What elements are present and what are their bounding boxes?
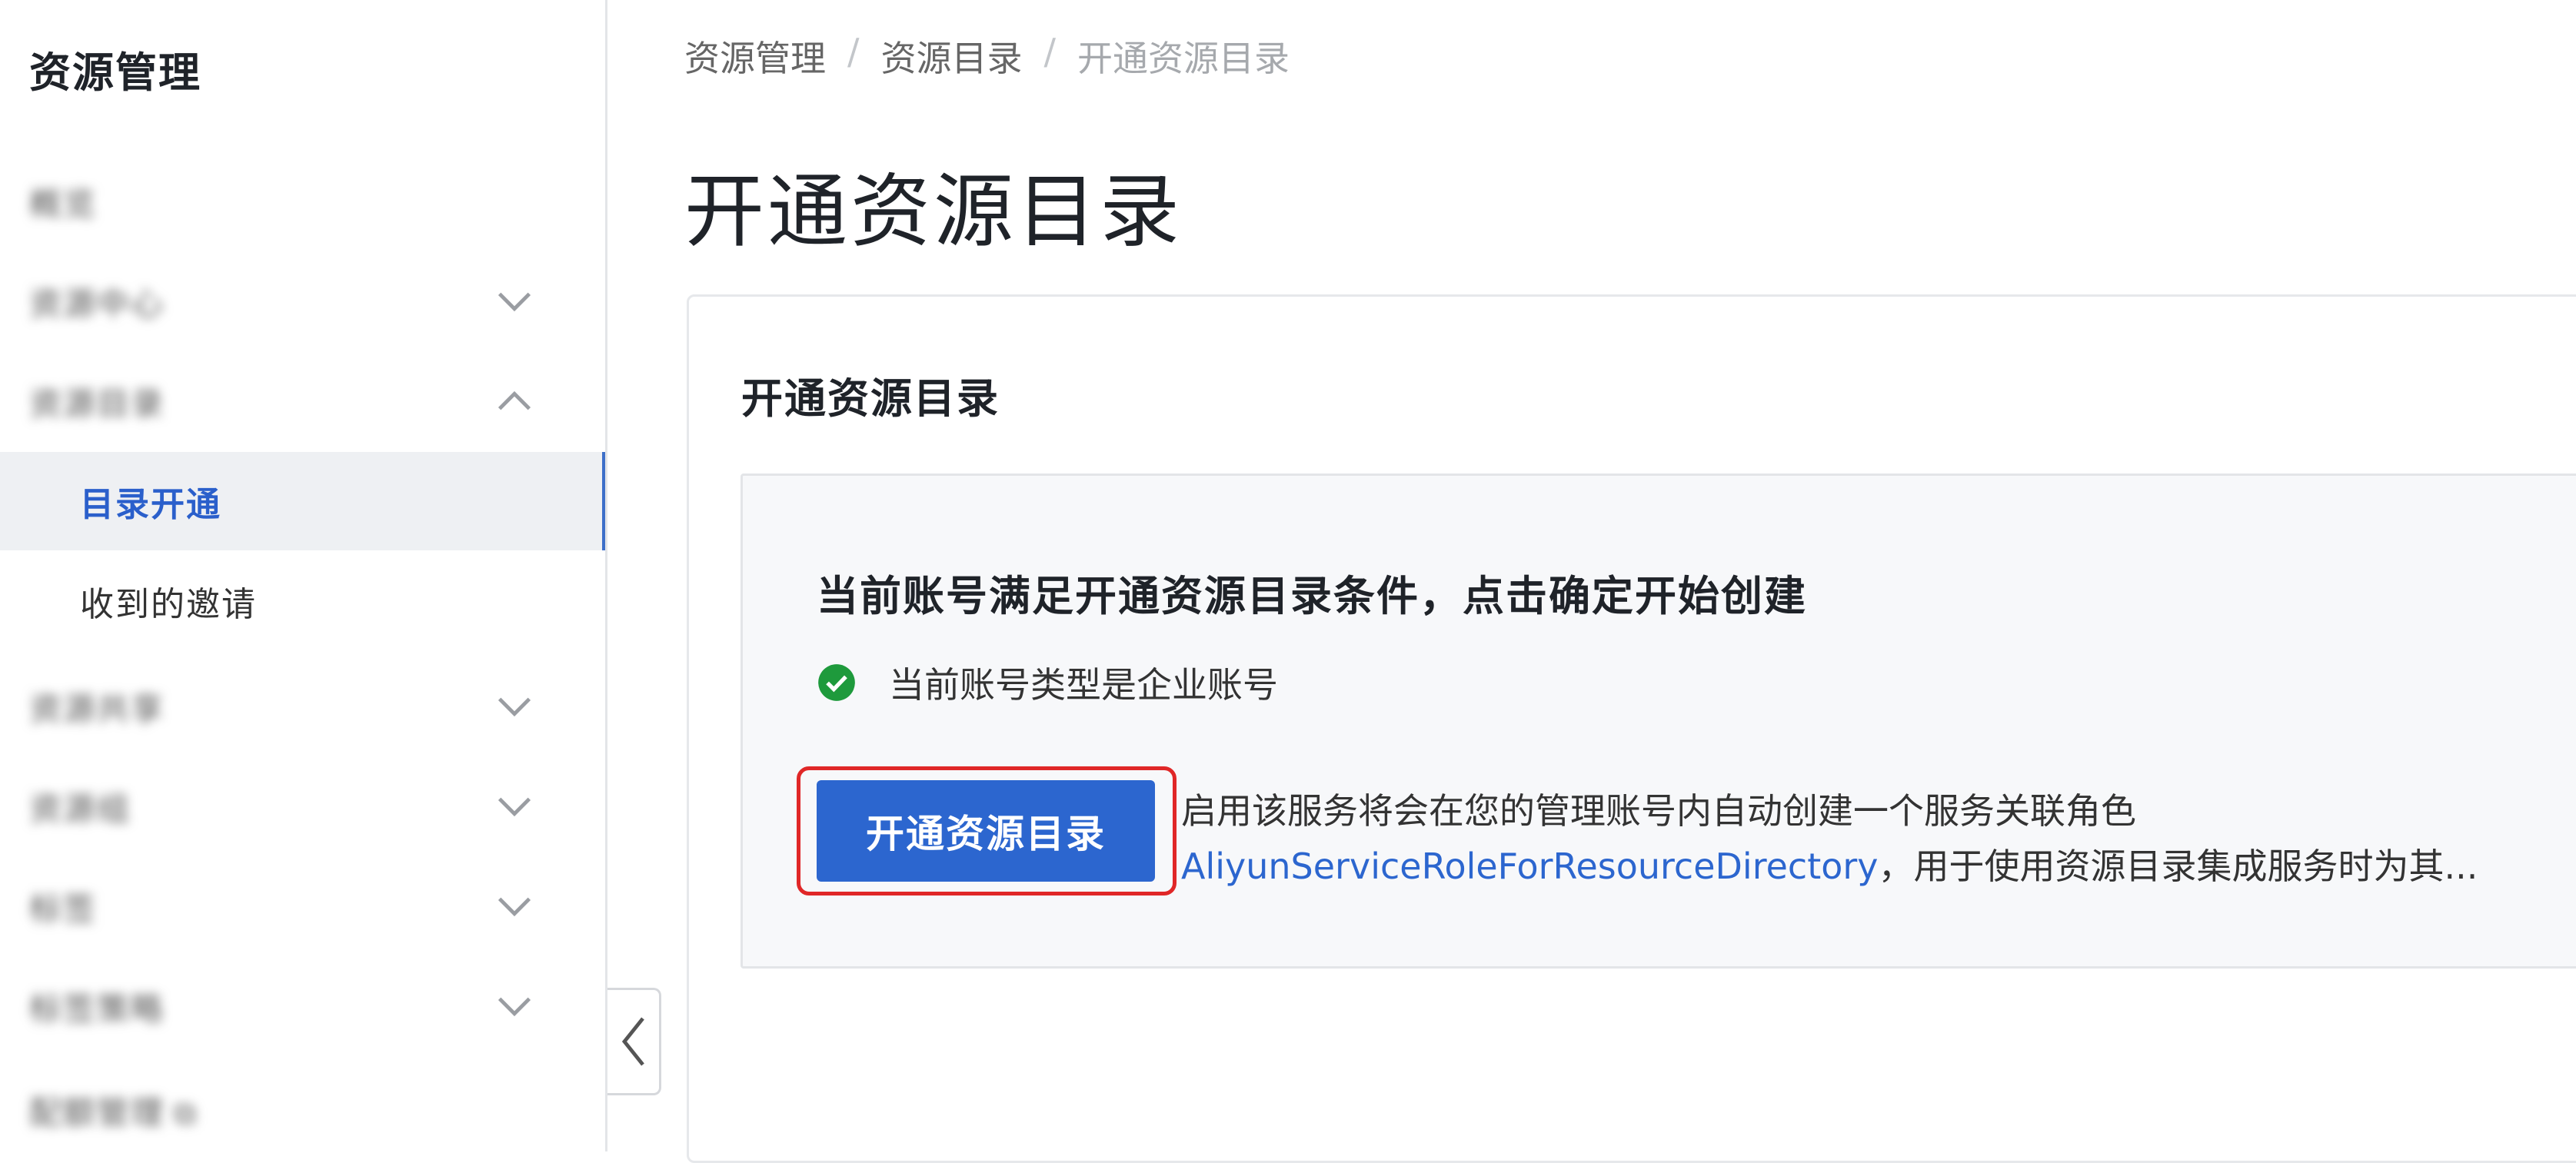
sidebar-item-label: 概览: [29, 184, 98, 223]
sidebar-item-label: 资源中心: [29, 284, 165, 323]
external-link-icon: ⧉: [174, 1095, 198, 1131]
page-title: 开通资源目录: [684, 164, 1183, 258]
sidebar-item-label: 资源目录: [29, 384, 165, 423]
sidebar-item-quota-management[interactable]: 配额管理 ⧉: [0, 1061, 605, 1159]
chevron-down-icon[interactable]: [492, 884, 537, 929]
chevron-down-icon[interactable]: [492, 784, 537, 829]
info-line-2-text: ，用于使用资源目录集成服务时为其...: [1878, 846, 2478, 887]
sidebar-collapse-button[interactable]: [607, 988, 661, 1095]
sidebar-item-resource-sharing[interactable]: 资源共享: [0, 657, 605, 756]
breadcrumb: 资源管理 / 资源目录 / 开通资源目录: [684, 31, 1290, 81]
panel-heading: 当前账号满足开通资源目录条件，点击确定开始创建: [817, 572, 1807, 620]
sidebar-item-label: 标签策略: [29, 989, 165, 1028]
service-role-link[interactable]: AliyunServiceRoleForResourceDirectory: [1181, 846, 1879, 887]
info-line-1: 启用该服务将会在您的管理账号内自动创建一个服务关联角色: [1181, 790, 2136, 832]
sidebar-item-label: 资源组: [29, 789, 131, 828]
check-circle-icon: [818, 664, 855, 701]
chevron-down-icon[interactable]: [492, 279, 537, 324]
sidebar-item-label: 目录开通: [80, 485, 221, 524]
check-text: 当前账号类型是企业账号: [889, 664, 1278, 706]
chevron-up-icon[interactable]: [492, 379, 537, 424]
sidebar-item-label: 资源共享: [29, 689, 165, 728]
breadcrumb-item[interactable]: 资源目录: [881, 31, 1023, 81]
sidebar: 资源管理 概览 资源中心 资源目录 目录开通 收到的邀请 资源共享 资源组 标签: [0, 0, 607, 1151]
sidebar-item-resource-center[interactable]: 资源中心: [0, 252, 605, 351]
activate-resource-directory-button[interactable]: 开通资源目录: [817, 780, 1155, 882]
sidebar-item-resource-directory[interactable]: 资源目录: [0, 352, 605, 450]
breadcrumb-current: 开通资源目录: [1077, 38, 1290, 79]
sidebar-item-directory-activation[interactable]: 目录开通: [0, 452, 605, 550]
sidebar-item-received-invitations[interactable]: 收到的邀请: [0, 552, 605, 650]
chevron-left-icon: [621, 1017, 644, 1066]
chevron-down-icon[interactable]: [492, 684, 537, 729]
info-line-2: AliyunServiceRoleForResourceDirectory，用于…: [1181, 839, 2478, 894]
sidebar-item-tag-policy[interactable]: 标签策略: [0, 957, 605, 1055]
sidebar-item-overview[interactable]: 概览: [0, 152, 605, 251]
sidebar-item-label: 配额管理 ⧉: [29, 1093, 198, 1131]
activation-card: 开通资源目录 当前账号满足开通资源目录条件，点击确定开始创建 当前账号类型是企业…: [687, 294, 2576, 1163]
sidebar-item-resource-group[interactable]: 资源组: [0, 757, 605, 856]
breadcrumb-item[interactable]: 资源管理: [684, 31, 826, 81]
sidebar-item-tags[interactable]: 标签: [0, 857, 605, 955]
sidebar-item-label: 标签: [29, 889, 98, 928]
service-role-info: 启用该服务将会在您的管理账号内自动创建一个服务关联角色 AliyunServic…: [1181, 783, 2478, 894]
chevron-down-icon[interactable]: [492, 984, 537, 1028]
breadcrumb-separator: /: [847, 31, 860, 72]
sidebar-title: 资源管理: [29, 48, 201, 97]
sidebar-item-label: 收到的邀请: [80, 585, 257, 624]
condition-panel: 当前账号满足开通资源目录条件，点击确定开始创建 当前账号类型是企业账号 开通资源…: [741, 474, 2576, 969]
card-title: 开通资源目录: [741, 374, 1000, 423]
check-row: 当前账号类型是企业账号: [817, 657, 1278, 708]
breadcrumb-separator: /: [1043, 31, 1057, 72]
